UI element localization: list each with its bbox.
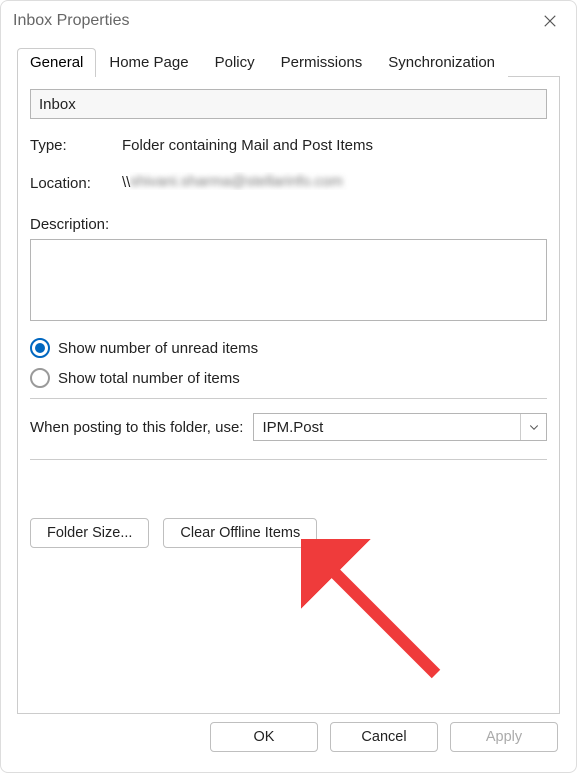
close-button[interactable]	[532, 7, 568, 35]
tab-label: Home Page	[109, 54, 188, 71]
tab-general[interactable]: General	[17, 48, 96, 77]
radio-unread-items[interactable]: Show number of unread items	[30, 338, 547, 358]
ok-button[interactable]: OK	[210, 722, 318, 752]
divider	[30, 459, 547, 460]
location-prefix: \\	[122, 174, 130, 191]
tab-label: General	[30, 54, 83, 71]
tab-bar: General Home Page Policy Permissions Syn…	[17, 45, 560, 77]
radio-label: Show total number of items	[58, 370, 240, 387]
dialog-footer: OK Cancel Apply	[1, 714, 576, 772]
type-label: Type:	[30, 137, 122, 154]
titlebar: Inbox Properties	[1, 1, 576, 41]
location-redacted: shivani.sharma@stellarinfo.com	[130, 172, 350, 194]
svg-text:shivani.sharma@stellarinfo.com: shivani.sharma@stellarinfo.com	[130, 173, 343, 190]
description-label: Description:	[30, 216, 547, 233]
divider	[30, 398, 547, 399]
inbox-properties-dialog: Inbox Properties General Home Page Polic…	[0, 0, 577, 773]
radio-icon	[30, 368, 50, 388]
radio-total-items[interactable]: Show total number of items	[30, 368, 547, 388]
posting-type-value: IPM.Post	[262, 419, 323, 436]
tab-policy[interactable]: Policy	[202, 48, 268, 77]
tab-home-page[interactable]: Home Page	[96, 48, 201, 77]
display-count-radio-group: Show number of unread items Show total n…	[30, 338, 547, 388]
posting-type-select[interactable]: IPM.Post	[253, 413, 547, 441]
tab-label: Permissions	[281, 54, 363, 71]
folder-name-input[interactable]	[30, 89, 547, 119]
tab-label: Synchronization	[388, 54, 495, 71]
chevron-down-icon	[520, 414, 546, 440]
type-value: Folder containing Mail and Post Items	[122, 137, 547, 154]
location-label: Location:	[30, 175, 122, 192]
location-value: \\shivani.sharma@stellarinfo.com	[122, 172, 547, 194]
clear-offline-button[interactable]: Clear Offline Items	[163, 518, 317, 548]
close-icon	[543, 14, 557, 28]
tab-synchronization[interactable]: Synchronization	[375, 48, 508, 77]
posting-label: When posting to this folder, use:	[30, 419, 243, 436]
radio-icon	[30, 338, 50, 358]
cancel-button[interactable]: Cancel	[330, 722, 438, 752]
window-title: Inbox Properties	[13, 12, 130, 30]
radio-label: Show number of unread items	[58, 340, 258, 357]
tab-permissions[interactable]: Permissions	[268, 48, 376, 77]
folder-size-button[interactable]: Folder Size...	[30, 518, 149, 548]
general-panel: Type: Folder containing Mail and Post It…	[17, 77, 560, 714]
apply-button[interactable]: Apply	[450, 722, 558, 752]
tab-label: Policy	[215, 54, 255, 71]
description-input[interactable]	[30, 239, 547, 321]
